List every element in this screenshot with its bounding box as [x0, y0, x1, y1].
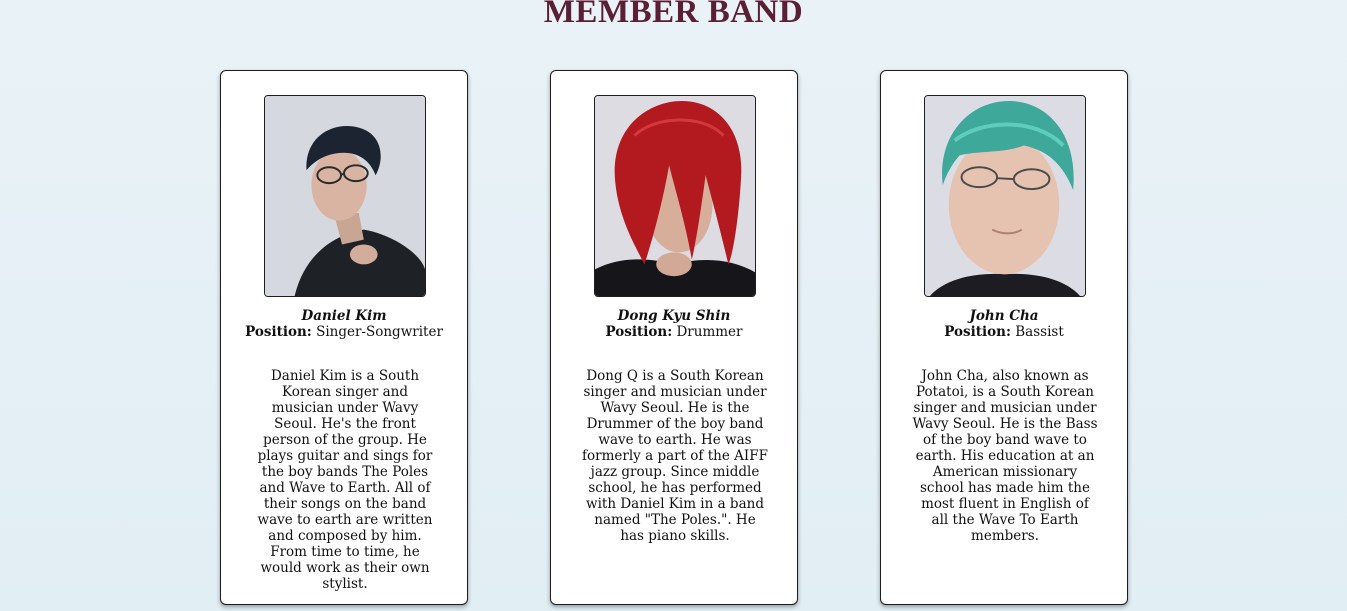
member-position: Position: Bassist: [881, 324, 1127, 340]
member-name: John Cha: [969, 308, 1039, 324]
member-card-daniel-kim: Daniel Kim Position: Singer-Songwriter D…: [220, 70, 468, 605]
position-label: Position:: [605, 324, 673, 340]
member-photo: [264, 95, 426, 297]
portrait-image: [595, 96, 755, 296]
page-title: MEMBER BAND: [543, 0, 804, 30]
position-label: Position:: [944, 324, 1011, 340]
member-cards: Daniel Kim Position: Singer-Songwriter D…: [220, 70, 1130, 610]
member-position: Position: Singer-Songwriter: [221, 324, 467, 340]
member-card-john-cha: John Cha Position: Bassist John Cha, als…: [880, 70, 1128, 605]
member-name: Dong Kyu Shin: [617, 308, 731, 324]
member-photo: [594, 95, 756, 297]
position-value: Singer-Songwriter: [316, 324, 443, 340]
position-label: Position:: [245, 324, 312, 340]
member-card-dong-kyu-shin: Dong Kyu Shin Position: Drummer Dong Q i…: [550, 70, 798, 605]
portrait-image: [265, 96, 425, 296]
member-photo: [924, 95, 1086, 297]
member-bio: John Cha, also known as Potatoi, is a So…: [912, 368, 1098, 544]
member-bio: Dong Q is a South Korean singer and musi…: [582, 368, 768, 544]
member-name: Daniel Kim: [301, 308, 387, 324]
portrait-image: [925, 96, 1085, 296]
member-position: Position: Drummer: [551, 324, 797, 340]
member-bio: Daniel Kim is a South Korean singer and …: [257, 368, 433, 592]
position-value: Bassist: [1015, 324, 1064, 340]
position-value: Drummer: [676, 324, 743, 340]
